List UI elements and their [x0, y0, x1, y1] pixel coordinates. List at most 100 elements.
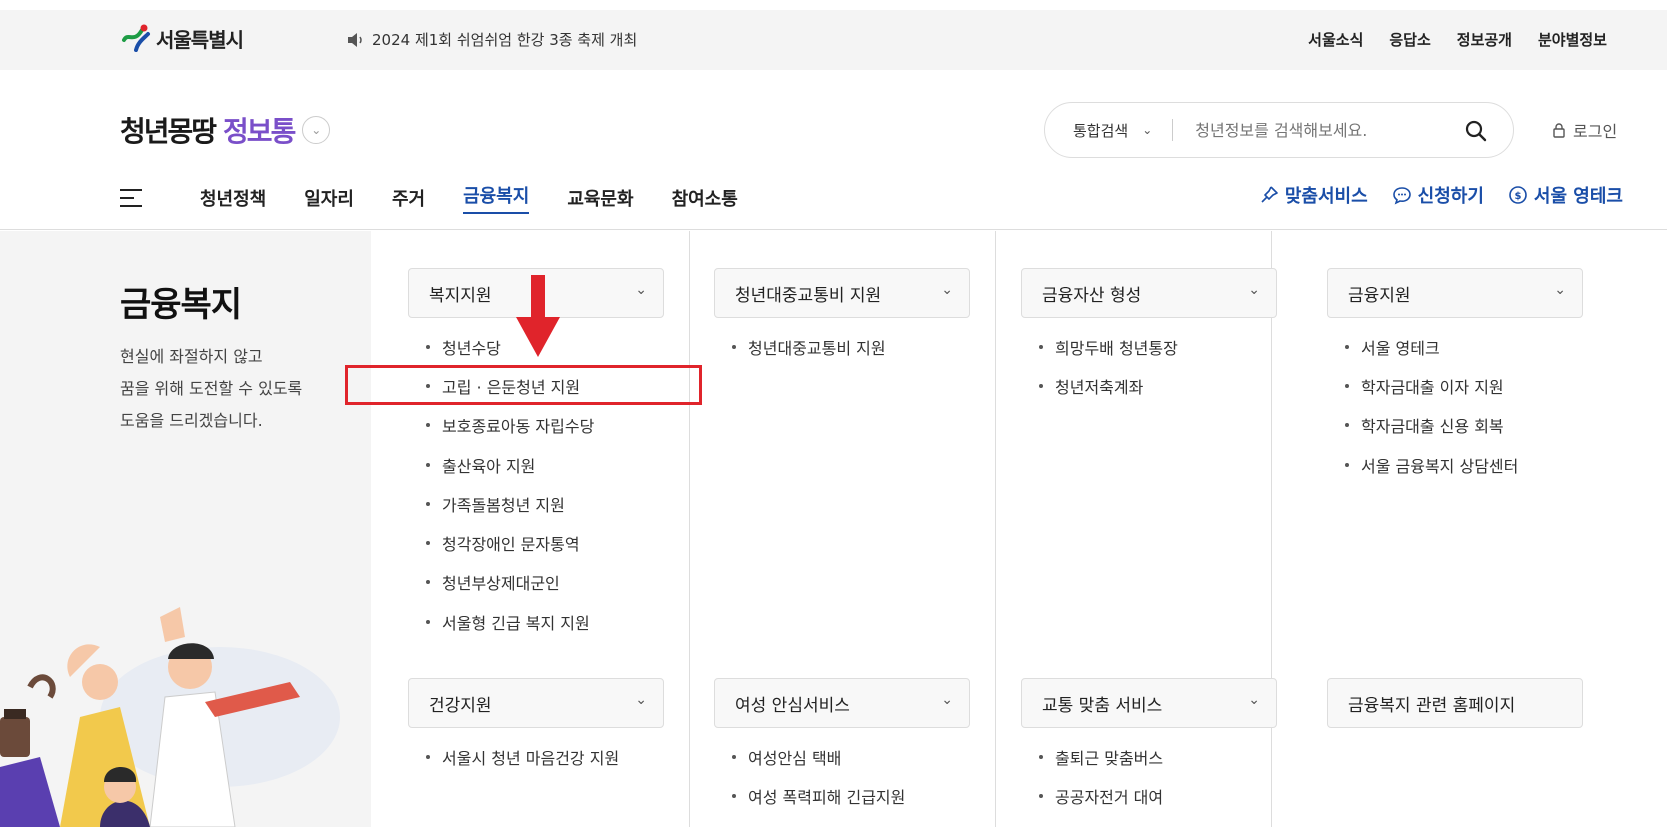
- search-scope-label: 통합검색: [1073, 121, 1129, 140]
- quick-custom-service[interactable]: 맞춤서비스: [1259, 182, 1368, 208]
- category-label: 금융지원: [1348, 285, 1411, 306]
- chevron-down-icon: ⌄: [635, 692, 647, 708]
- quick-seoul-youngtech-label: 서울 영테크: [1533, 186, 1623, 207]
- category-label: 금융자산 형성: [1042, 285, 1142, 306]
- list-item[interactable]: 여성 폭력피해 긴급지원: [732, 776, 905, 815]
- seoul-logo-text: 서울특별시: [156, 27, 244, 52]
- list-item[interactable]: 청년수당: [426, 327, 594, 366]
- chevron-down-icon: ⌄: [1248, 282, 1260, 298]
- site-header: 청년몽땅정보통 ⌄ 통합검색 ⌄ 로그인 청년정책 일자리 주거 금융복지 교육…: [0, 70, 1667, 230]
- category-transport-service[interactable]: 교통 맞춤 서비스 ⌄: [1021, 678, 1277, 728]
- login-link[interactable]: 로그인: [1551, 118, 1617, 142]
- seoul-logo[interactable]: 서울특별시: [120, 22, 244, 54]
- search-input[interactable]: [1195, 120, 1416, 140]
- list-item[interactable]: 청년부상제대군인: [426, 563, 594, 602]
- nav-participation[interactable]: 참여소통: [672, 185, 738, 211]
- list-item[interactable]: 청년저축계좌: [1039, 366, 1178, 405]
- list-item[interactable]: 서울시 청년 마음건강 지원: [426, 737, 619, 776]
- nav-finance-welfare[interactable]: 금융복지: [463, 182, 530, 214]
- nav-jobs[interactable]: 일자리: [304, 185, 354, 211]
- column-divider: [1271, 231, 1272, 827]
- quick-seoul-youngtech[interactable]: $ 서울 영테크: [1508, 182, 1623, 208]
- login-label: 로그인: [1573, 122, 1618, 141]
- health-support-list: 서울시 청년 마음건강 지원: [426, 737, 619, 776]
- red-arrow-annotation: [516, 275, 560, 357]
- list-item[interactable]: 학자금대출 이자 지원: [1345, 366, 1518, 405]
- chevron-down-icon: ⌄: [941, 282, 953, 298]
- search-bar: 통합검색 ⌄: [1044, 102, 1514, 158]
- utility-links: 서울소식 응답소 정보공개 분야별정보: [1308, 29, 1607, 50]
- list-item[interactable]: 서울 영테크: [1345, 327, 1518, 366]
- highlight-box-annotation: [345, 365, 702, 405]
- brand-logo[interactable]: 청년몽땅 정보통 ⌄: [120, 110, 331, 150]
- list-item[interactable]: 출퇴근 맞춤버스: [1039, 737, 1163, 776]
- chevron-down-icon: ⌄: [1142, 123, 1153, 137]
- brand-name-part1: 청년몽땅: [120, 115, 217, 148]
- category-financial-support[interactable]: 금융지원 ⌄: [1327, 268, 1583, 318]
- main-nav: 청년정책 일자리 주거 금융복지 교육문화 참여소통: [120, 182, 738, 214]
- list-item[interactable]: 청년대중교통비 지원: [732, 327, 886, 366]
- transport-service-list: 출퇴근 맞춤버스 공공자전거 대여: [1039, 737, 1163, 816]
- quick-apply-label: 신청하기: [1417, 186, 1484, 207]
- list-item[interactable]: 학자금대출 신용 회복: [1345, 406, 1518, 445]
- speaker-icon: [348, 32, 362, 47]
- chevron-down-icon: ⌄: [1554, 282, 1566, 298]
- nav-youth-policy[interactable]: 청년정책: [200, 185, 266, 211]
- women-safety-list: 여성안심 택배 여성 폭력피해 긴급지원: [732, 737, 905, 816]
- list-item[interactable]: 가족돌봄청년 지원: [426, 484, 594, 523]
- category-label: 청년대중교통비 지원: [735, 285, 882, 306]
- list-item[interactable]: 보호종료아동 자립수당: [426, 406, 594, 445]
- transit-fare-list: 청년대중교통비 지원: [732, 327, 886, 366]
- quick-apply[interactable]: 신청하기: [1392, 182, 1484, 208]
- nav-housing[interactable]: 주거: [392, 185, 425, 211]
- category-women-safety[interactable]: 여성 안심서비스 ⌄: [714, 678, 970, 728]
- lock-icon: [1553, 123, 1565, 138]
- coin-icon: $: [1509, 186, 1527, 204]
- list-item[interactable]: 공공자전거 대여: [1039, 776, 1163, 815]
- section-intro-panel: 금융복지 현실에 좌절하지 않고 꿈을 위해 도전할 수 있도록 도움을 드리겠…: [0, 231, 371, 827]
- column-divider: [995, 231, 996, 827]
- list-item[interactable]: 희망두배 청년통장: [1039, 327, 1178, 366]
- search-scope-select[interactable]: 통합검색 ⌄: [1073, 120, 1152, 141]
- util-link-category-info[interactable]: 분야별정보: [1538, 29, 1607, 50]
- notice-banner[interactable]: 2024 제1회 쉬엄쉬엄 한강 3종 축제 개최: [346, 29, 637, 50]
- category-label: 건강지원: [429, 695, 492, 716]
- nav-education-culture[interactable]: 교육문화: [567, 185, 633, 211]
- brand-name-part2: 정보통: [223, 115, 296, 148]
- util-link-news[interactable]: 서울소식: [1308, 29, 1363, 50]
- category-related-homepages[interactable]: 금융복지 관련 홈페이지: [1327, 678, 1583, 728]
- category-label: 금융복지 관련 홈페이지: [1348, 695, 1516, 716]
- svg-text:$: $: [1514, 191, 1521, 202]
- list-item[interactable]: 출산육아 지원: [426, 445, 594, 484]
- category-label: 여성 안심서비스: [735, 695, 850, 716]
- chevron-down-icon: ⌄: [941, 692, 953, 708]
- category-health-support[interactable]: 건강지원 ⌄: [408, 678, 664, 728]
- column-divider: [689, 231, 690, 827]
- util-link-eungdapso[interactable]: 응답소: [1389, 29, 1430, 50]
- chevron-down-icon[interactable]: ⌄: [302, 116, 331, 144]
- list-item[interactable]: 서울 금융복지 상담센터: [1345, 445, 1518, 484]
- divider: [1172, 119, 1174, 141]
- top-utility-bar: 서울특별시 2024 제1회 쉬엄쉬엄 한강 3종 축제 개최 서울소식 응답소…: [0, 10, 1667, 70]
- financial-support-list: 서울 영테크 학자금대출 이자 지원 학자금대출 신용 회복 서울 금융복지 상…: [1345, 327, 1518, 484]
- search-icon[interactable]: [1465, 120, 1487, 142]
- category-asset-building[interactable]: 금융자산 형성 ⌄: [1021, 268, 1277, 318]
- notice-text: 2024 제1회 쉬엄쉬엄 한강 3종 축제 개최: [372, 31, 638, 49]
- util-link-disclosure[interactable]: 정보공개: [1457, 29, 1512, 50]
- list-item[interactable]: 청각장애인 문자통역: [426, 523, 594, 562]
- list-item[interactable]: 여성안심 택배: [732, 737, 905, 776]
- description-line: 꿈을 위해 도전할 수 있도록: [120, 379, 303, 398]
- chat-bubble-icon: [1392, 187, 1411, 205]
- quick-custom-service-label: 맞춤서비스: [1284, 186, 1368, 207]
- category-transit-fare-support[interactable]: 청년대중교통비 지원 ⌄: [714, 268, 970, 318]
- pin-icon: [1261, 186, 1278, 203]
- hamburger-menu-icon[interactable]: [120, 189, 142, 207]
- seoul-logo-icon: [122, 24, 150, 52]
- chevron-down-icon: ⌄: [635, 282, 647, 298]
- list-item[interactable]: 서울형 긴급 복지 지원: [426, 602, 594, 641]
- youth-cheering-illustration: [0, 607, 340, 827]
- asset-building-list: 희망두배 청년통장 청년저축계좌: [1039, 327, 1178, 406]
- section-title: 금융복지: [120, 285, 242, 325]
- quick-links: 맞춤서비스 신청하기 $ 서울 영테크: [1259, 182, 1623, 208]
- description-line: 도움을 드리겠습니다.: [120, 411, 263, 430]
